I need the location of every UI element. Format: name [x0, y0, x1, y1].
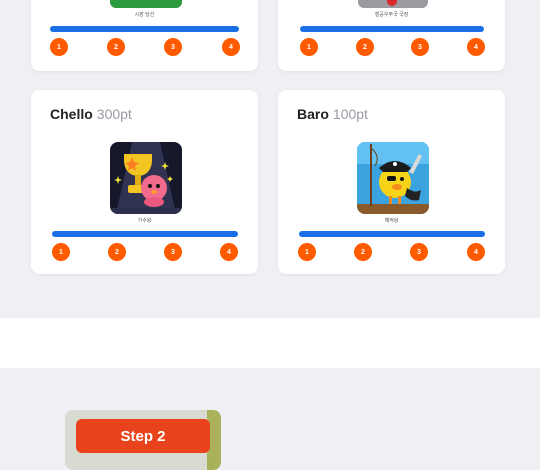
step-indicators: 1 2 3 4 — [50, 38, 260, 56]
step-2-badge[interactable]: 2 — [354, 243, 372, 261]
step-3-badge[interactable]: 3 — [411, 38, 429, 56]
pirate-sticker-image — [357, 142, 429, 214]
step-4-badge[interactable]: 4 — [467, 38, 485, 56]
trophy-sticker-image — [110, 142, 182, 214]
step-4-badge[interactable]: 4 — [222, 38, 240, 56]
progress-bar — [299, 231, 485, 237]
sticker-caption: 철공우주국 국장 — [374, 12, 409, 18]
sticker-image — [110, 0, 182, 8]
step-3-badge[interactable]: 3 — [164, 38, 182, 56]
step-3-badge[interactable]: 3 — [164, 243, 182, 261]
progress-bar — [52, 231, 238, 237]
achievement-card-baro[interactable]: Baro 100pt 해적왕 1 2 3 4 — [278, 90, 505, 274]
step-4-badge[interactable]: 4 — [467, 243, 485, 261]
card-title: Chello 300pt — [50, 106, 132, 122]
character-points: 100pt — [332, 106, 368, 122]
step-2-badge[interactable]: 2 — [107, 38, 125, 56]
achievement-card[interactable]: 시장 당선 1 2 3 4 — [31, 0, 258, 71]
achievement-card-chello[interactable]: Chello 300pt 가수왕 1 2 3 4 — [31, 90, 258, 274]
step-2-badge[interactable]: 2 — [108, 243, 126, 261]
step-card[interactable]: Step 2 — [65, 410, 221, 470]
step-indicators: 1 2 3 4 — [300, 38, 510, 56]
character-name: Chello — [50, 106, 93, 122]
step-2-badge[interactable]: 2 — [356, 38, 374, 56]
step-indicators: 1 2 3 4 — [298, 243, 508, 261]
achievements-section: 시장 당선 1 2 3 4 철공우주국 국장 1 2 3 4 Chello 300… — [0, 0, 540, 318]
character-name: Baro — [297, 106, 329, 122]
character-points: 300pt — [96, 106, 132, 122]
step-1-badge[interactable]: 1 — [298, 243, 316, 261]
achievement-card[interactable]: 철공우주국 국장 1 2 3 4 — [278, 0, 505, 71]
sticker-caption: 해적왕 — [384, 218, 399, 224]
progress-bar — [300, 26, 484, 32]
section-divider — [0, 318, 540, 368]
step-indicators: 1 2 3 4 — [52, 243, 262, 261]
step-1-badge[interactable]: 1 — [52, 243, 70, 261]
card-title: Baro 100pt — [297, 106, 368, 122]
sticker-image — [358, 0, 428, 8]
step-4-badge[interactable]: 4 — [220, 243, 238, 261]
step-1-badge[interactable]: 1 — [50, 38, 68, 56]
step-banner: Step 2 — [76, 419, 210, 453]
progress-bar — [50, 26, 239, 32]
sticker-caption: 가수왕 — [137, 218, 152, 224]
sticker-caption: 시장 당선 — [134, 12, 155, 18]
step-1-badge[interactable]: 1 — [300, 38, 318, 56]
step-3-badge[interactable]: 3 — [410, 243, 428, 261]
